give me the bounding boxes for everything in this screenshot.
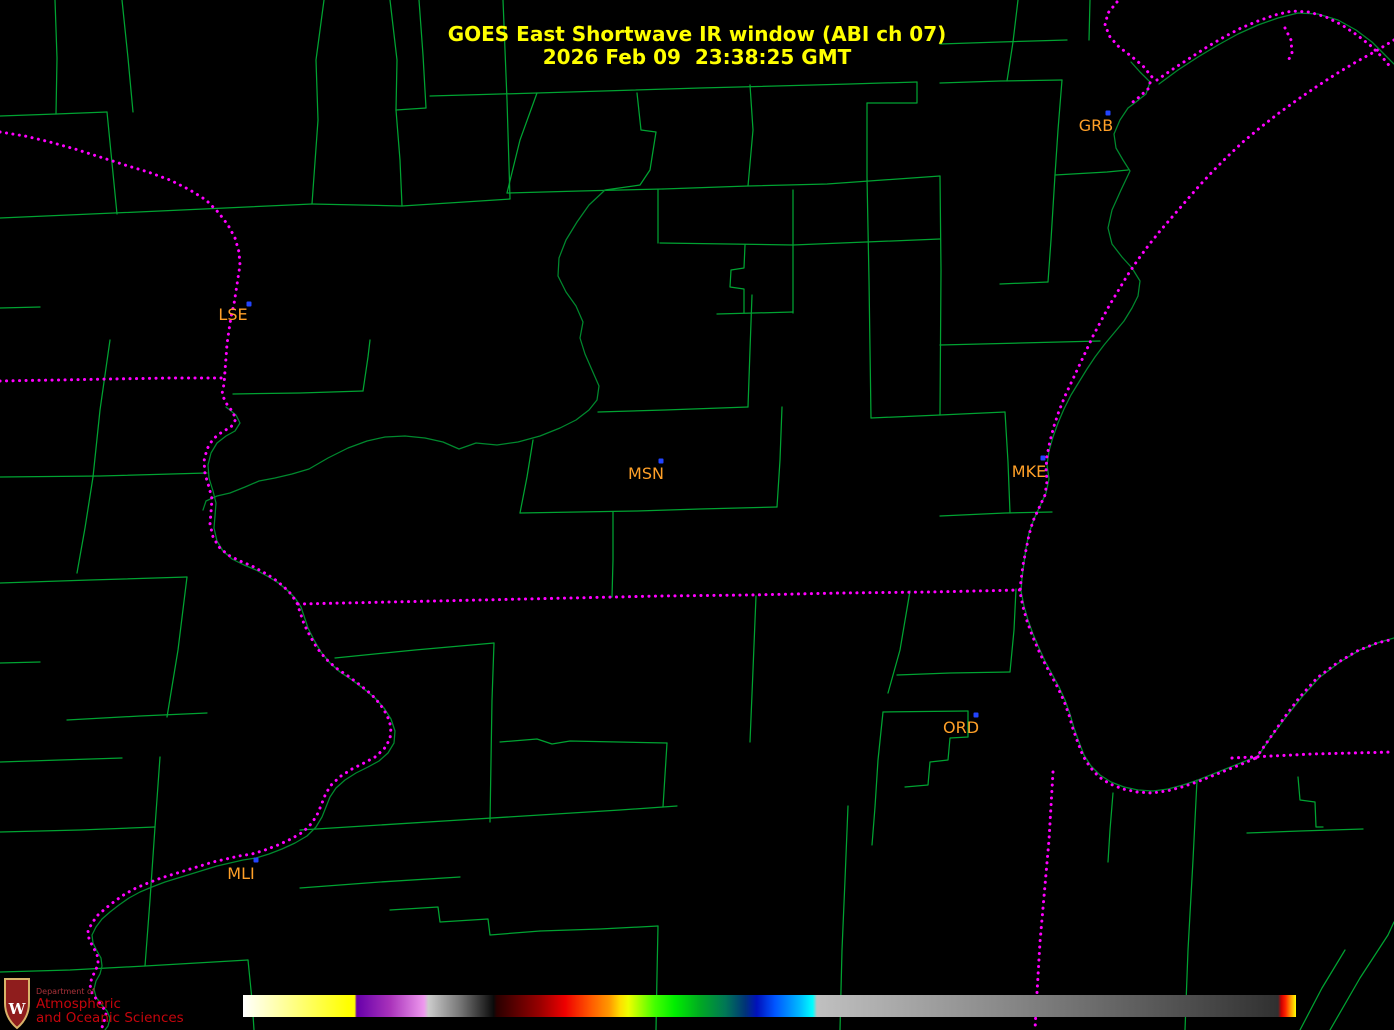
station-dot-grb [1106,111,1111,116]
station-dot-msn [659,459,664,464]
map-svg: LSE GRB MSN MKE ORD MLI GOES East Shortwave I… [0,0,1394,1030]
station-label-lse: LSE [218,305,247,324]
station-label-mke: MKE [1012,462,1046,481]
station-dot-mli [254,858,259,863]
station-dot-mke [1041,456,1046,461]
station-label-mli: MLI [227,864,254,883]
image-title: GOES East Shortwave IR window (ABI ch 07… [448,22,947,46]
logo-line2-text: and Oceanic Sciences [36,1010,184,1026]
uw-crest-letter: W [8,1000,27,1018]
station-dot-ord [974,713,979,718]
image-timestamp: 2026 Feb 09 23:38:25 GMT [543,45,852,69]
station-label-msn: MSN [628,464,664,483]
enhancement-colorbar [243,995,1296,1017]
satellite-image-viewer: LSE GRB MSN MKE ORD MLI GOES East Shortwave I… [0,0,1394,1030]
station-label-ord: ORD [943,718,979,737]
logo-dept-text: Department of [36,987,95,996]
station-label-grb: GRB [1079,116,1114,135]
map-background [0,0,1394,1030]
